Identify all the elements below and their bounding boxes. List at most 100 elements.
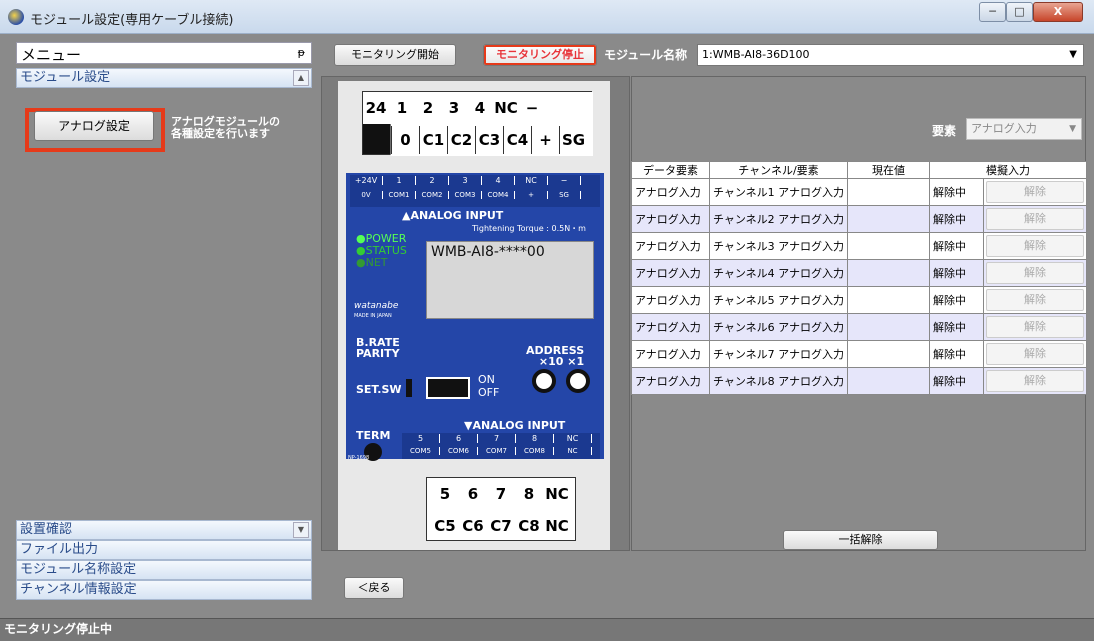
monitoring-stop-button[interactable]: モニタリング停止 <box>483 44 597 66</box>
module-name-select[interactable]: 1:WMB-AI8-36D100 ▼ <box>697 44 1084 66</box>
address-mult-label: ×10 ×1 <box>538 355 585 368</box>
strip-label: COM3 <box>449 191 482 199</box>
chevron-down-icon: ▼ <box>1069 124 1076 134</box>
clear-button[interactable]: 解除 <box>986 370 1084 392</box>
set-switch <box>406 379 412 397</box>
cell-sim-button: 解除 <box>983 313 1087 341</box>
cell-current-value <box>847 232 930 260</box>
parity-label: PARITY <box>356 347 400 360</box>
strip-label: NC <box>554 434 592 443</box>
clear-button[interactable]: 解除 <box>986 181 1084 203</box>
net-led: ●NET <box>356 256 388 269</box>
sidebar-section-label: モジュール設定 <box>20 70 111 85</box>
strip-label: 8 <box>516 434 554 443</box>
terminal-label: C1 <box>419 126 447 154</box>
strip-label: 7 <box>478 434 516 443</box>
cell-sim-state: 解除中 <box>929 178 984 206</box>
terminal-label: − <box>525 99 539 117</box>
sidebar-section-label: チャンネル情報設定 <box>20 582 137 597</box>
monitoring-start-button[interactable]: モニタリング開始 <box>334 44 456 66</box>
strip-label: + <box>515 191 548 199</box>
close-icon[interactable]: X <box>1033 2 1083 22</box>
terminal-label: 5 <box>439 485 451 503</box>
clear-button[interactable]: 解除 <box>986 208 1084 230</box>
strip-label: 6 <box>440 434 478 443</box>
sidebar-section-file-output[interactable]: ファイル出力 <box>16 540 312 560</box>
pin-icon[interactable]: ᵽ <box>298 46 305 59</box>
off-label: OFF <box>478 386 500 399</box>
app-icon <box>8 9 24 25</box>
scroll-down-icon[interactable]: ▼ <box>293 522 309 538</box>
term-label: TERM <box>356 429 391 442</box>
brand-logo: watanabe <box>354 301 399 311</box>
back-button[interactable]: ＜戻る <box>344 577 404 599</box>
status-leds: ●POWER ●STATUS ●NET <box>356 233 407 269</box>
col-header-current-value: 現在値 <box>847 161 930 179</box>
cell-sim-button: 解除 <box>983 232 1087 260</box>
maximize-icon[interactable]: □ <box>1006 2 1033 22</box>
cell-data-element: アナログ入力 <box>631 340 710 368</box>
sidebar-section-install-check[interactable]: 設置確認 ▼ <box>16 520 312 540</box>
clear-button[interactable]: 解除 <box>986 343 1084 365</box>
cell-current-value <box>847 178 930 206</box>
terminal-label: 1 <box>396 99 408 117</box>
sidebar-section-channel-info[interactable]: チャンネル情報設定 <box>16 580 312 600</box>
cell-sim-state: 解除中 <box>929 205 984 233</box>
sidebar-section-module-name[interactable]: モジュール名称設定 <box>16 560 312 580</box>
cell-channel: チャンネル6 アナログ入力 <box>709 313 848 341</box>
terminal-label: NC <box>545 517 569 535</box>
module-name-value: 1:WMB-AI8-36D100 <box>702 48 810 61</box>
b-rate-parity-label: B.RATE PARITY <box>356 337 400 359</box>
made-in-label: MADE IN JAPAN <box>354 313 392 319</box>
col-header-data-element: データ要素 <box>631 161 710 179</box>
module-name-label: モジュール名称 <box>604 48 688 62</box>
element-select[interactable]: アナログ入力 ▼ <box>966 118 1082 140</box>
clear-button[interactable]: 解除 <box>986 316 1084 338</box>
sidebar-section-module-settings[interactable]: モジュール設定 ▲ <box>16 68 312 88</box>
cell-sim-state: 解除中 <box>929 313 984 341</box>
cell-data-element: アナログ入力 <box>631 178 710 206</box>
np-code-label: NP-1698 <box>348 455 370 461</box>
cell-channel: チャンネル7 アナログ入力 <box>709 340 848 368</box>
table-row: アナログ入力 チャンネル6 アナログ入力 解除中 解除 <box>631 313 1087 341</box>
scroll-up-icon[interactable]: ▲ <box>293 70 309 86</box>
cell-sim-button: 解除 <box>983 340 1087 368</box>
terminal-label: 24 <box>365 99 387 117</box>
status-text: モニタリング停止中 <box>4 622 113 636</box>
lcd-text: WMB-AI8-****00 <box>431 244 545 260</box>
terminal-label: + <box>531 126 559 154</box>
bottom-terminal-block: 5 6 7 8 NC C5 C6 C7 C8 NC <box>426 477 576 541</box>
clear-button[interactable]: 解除 <box>986 262 1084 284</box>
terminal-label: 8 <box>523 485 535 503</box>
batch-clear-button[interactable]: 一括解除 <box>783 530 938 550</box>
terminal-label: C6 <box>462 517 484 535</box>
terminal-label: C3 <box>475 126 503 154</box>
analog-input-top-label: ▲ANALOG INPUT <box>402 209 504 222</box>
minimize-icon[interactable]: ─ <box>979 2 1006 22</box>
strip-label: 0V <box>350 191 383 199</box>
terminal-label: 6 <box>467 485 479 503</box>
strip-label: COM5 <box>402 447 440 455</box>
sidebar-section-label: 設置確認 <box>20 522 73 537</box>
dip-switch <box>426 377 470 399</box>
cell-current-value <box>847 259 930 287</box>
analog-settings-button[interactable]: アナログ設定 <box>34 111 154 141</box>
chevron-down-icon: ▼ <box>1069 49 1077 60</box>
cell-current-value <box>847 313 930 341</box>
channel-table: データ要素 チャンネル/要素 現在値 模擬入力 アナログ入力 チャンネル1 アナロ… <box>631 161 1087 395</box>
device-image-panel: 24 1 2 3 4 NC − 0 C1 C2 C3 C4 + SG +24V 1 2 3 4 NC −0V COM1… <box>321 76 630 551</box>
clear-button[interactable]: 解除 <box>986 235 1084 257</box>
strip-label: 2 <box>416 176 449 185</box>
strip-label: SG <box>548 191 581 199</box>
cell-data-element: アナログ入力 <box>631 232 710 260</box>
address-dial-x1 <box>566 369 590 393</box>
cell-sim-state: 解除中 <box>929 286 984 314</box>
col-header-channel: チャンネル/要素 <box>709 161 848 179</box>
cell-sim-state: 解除中 <box>929 340 984 368</box>
strip-label: 1 <box>383 176 416 185</box>
strip-label: COM7 <box>478 447 516 455</box>
cell-channel: チャンネル1 アナログ入力 <box>709 178 848 206</box>
strip-label: 5 <box>402 434 440 443</box>
terminal-label: C4 <box>503 126 531 154</box>
clear-button[interactable]: 解除 <box>986 289 1084 311</box>
